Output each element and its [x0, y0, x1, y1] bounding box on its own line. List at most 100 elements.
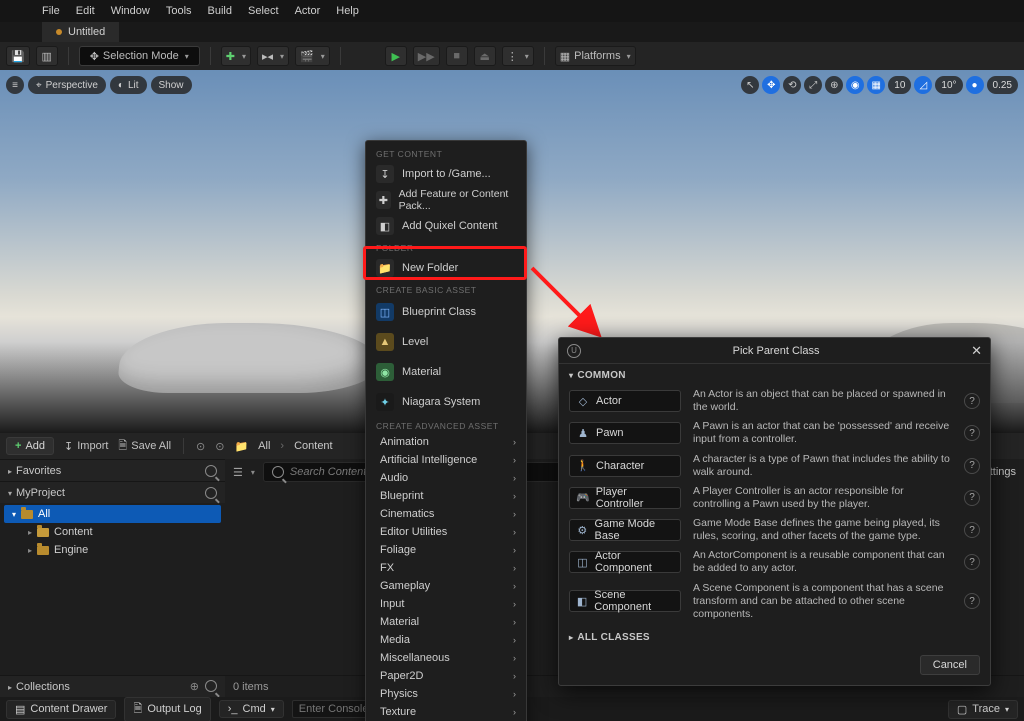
vp-grid-value[interactable]: 10 — [888, 76, 911, 94]
platforms-dropdown[interactable]: ▦ Platforms ▾ — [555, 46, 636, 66]
save-button[interactable]: 💾 — [6, 46, 30, 66]
add-content-dropdown[interactable]: ✚ — [221, 46, 251, 66]
vp-coord-icon[interactable]: ⊕ — [825, 76, 843, 94]
class-button-actor-component[interactable]: ◫Actor Component — [569, 551, 681, 573]
trace-button[interactable]: ▢Trace▾ — [948, 700, 1018, 719]
cm-adv-blueprint[interactable]: Blueprint› — [366, 487, 526, 505]
add-collection-icon[interactable]: ⊕ — [190, 680, 199, 693]
eject-button[interactable]: ⏏ — [474, 46, 496, 66]
vp-scale-value[interactable]: 0.25 — [987, 76, 1018, 94]
history-fwd-icon[interactable]: ⊙ — [215, 440, 224, 453]
import-button[interactable]: ↧Import — [64, 440, 108, 453]
play-button[interactable]: ▶ — [385, 46, 407, 66]
cm-import-to[interactable]: ↧Import to /Game... — [366, 161, 526, 187]
skip-button[interactable]: ▶▶ — [413, 46, 440, 66]
play-options-dropdown[interactable]: ⋮ — [502, 46, 534, 66]
breadcrumb-root[interactable]: All — [258, 440, 270, 452]
viewport-perspective[interactable]: ⌖Perspective — [28, 76, 106, 94]
menu-tools[interactable]: Tools — [166, 5, 192, 17]
cm-new-folder[interactable]: 📁New Folder — [366, 255, 526, 281]
help-icon[interactable]: ? — [964, 593, 980, 609]
class-button-actor[interactable]: ◇Actor — [569, 390, 681, 412]
vp-surface-snap-icon[interactable]: ◉ — [846, 76, 864, 94]
folder-icon[interactable]: 📁 — [234, 440, 248, 453]
help-icon[interactable]: ? — [964, 554, 980, 570]
cm-adv-media[interactable]: Media› — [366, 631, 526, 649]
add-button[interactable]: +Add — [6, 437, 54, 455]
menu-file[interactable]: File — [42, 5, 60, 17]
cm-adv-input[interactable]: Input› — [366, 595, 526, 613]
cancel-button[interactable]: Cancel — [920, 655, 980, 675]
collections-section[interactable]: ▸Collections ⊕ — [0, 675, 225, 697]
help-icon[interactable]: ? — [964, 425, 980, 441]
favorites-section[interactable]: ▸Favorites — [0, 459, 225, 481]
cm-adv-fx[interactable]: FX› — [366, 559, 526, 577]
all-classes-section[interactable]: ▸ALL CLASSES — [559, 624, 990, 647]
stop-button[interactable]: ■ — [446, 46, 468, 66]
cmd-button[interactable]: ›_Cmd▾ — [219, 700, 284, 718]
class-button-scene-component[interactable]: ◧Scene Component — [569, 590, 681, 612]
class-button-game-mode-base[interactable]: ⚙Game Mode Base — [569, 519, 681, 541]
cm-adv-animation[interactable]: Animation› — [366, 433, 526, 451]
cm-adv-texture[interactable]: Texture› — [366, 703, 526, 721]
close-icon[interactable]: ✕ — [971, 343, 982, 359]
cm-adv-artificial-intelligence[interactable]: Artificial Intelligence› — [366, 451, 526, 469]
vp-scale-snap-icon[interactable]: ● — [966, 76, 984, 94]
output-log-button[interactable]: 🗎Output Log — [124, 697, 210, 721]
cm-add-feature[interactable]: ✚Add Feature or Content Pack... — [366, 187, 526, 213]
content-drawer-button[interactable]: ▤Content Drawer — [6, 700, 116, 719]
cm-adv-material[interactable]: Material› — [366, 613, 526, 631]
common-section[interactable]: ▾COMMON — [559, 364, 990, 385]
viewport-show[interactable]: Show — [151, 76, 192, 94]
menu-window[interactable]: Window — [111, 5, 150, 17]
cm-blueprint-class[interactable]: ◫ Blueprint Class — [366, 297, 526, 327]
cm-adv-editor-utilities[interactable]: Editor Utilities› — [366, 523, 526, 541]
cm-adv-miscellaneous[interactable]: Miscellaneous› — [366, 649, 526, 667]
menu-edit[interactable]: Edit — [76, 5, 95, 17]
menu-build[interactable]: Build — [208, 5, 232, 17]
editor-mode-dropdown[interactable]: ✥ Selection Mode ▾ — [79, 46, 200, 66]
cm-adv-gameplay[interactable]: Gameplay› — [366, 577, 526, 595]
help-icon[interactable]: ? — [964, 393, 980, 409]
cm-level[interactable]: ▲Level — [366, 327, 526, 357]
viewport-menu-icon[interactable]: ≡ — [6, 76, 24, 94]
vp-grid-snap-icon[interactable]: ▦ — [867, 76, 885, 94]
cm-adv-foliage[interactable]: Foliage› — [366, 541, 526, 559]
menu-select[interactable]: Select — [248, 5, 279, 17]
help-icon[interactable]: ? — [964, 490, 980, 506]
cm-adv-cinematics[interactable]: Cinematics› — [366, 505, 526, 523]
save-all-button[interactable]: 🗎Save All — [118, 437, 171, 456]
search-icon[interactable] — [205, 487, 217, 499]
breadcrumb-current[interactable]: Content — [294, 440, 333, 452]
vp-angle-snap-icon[interactable]: ◿ — [914, 76, 932, 94]
help-icon[interactable]: ? — [964, 522, 980, 538]
project-section[interactable]: ▾MyProject — [0, 481, 225, 503]
vp-tool-translate-icon[interactable]: ✥ — [762, 76, 780, 94]
search-icon[interactable] — [205, 465, 217, 477]
browse-button[interactable]: ▥ — [36, 46, 58, 66]
class-button-character[interactable]: 🚶Character — [569, 455, 681, 477]
menu-actor[interactable]: Actor — [295, 5, 321, 17]
cm-adv-paper2d[interactable]: Paper2D› — [366, 667, 526, 685]
class-button-player-controller[interactable]: 🎮Player Controller — [569, 487, 681, 509]
cm-adv-audio[interactable]: Audio› — [366, 469, 526, 487]
search-icon[interactable] — [205, 680, 217, 692]
help-icon[interactable]: ? — [964, 458, 980, 474]
tab-untitled[interactable]: Untitled — [42, 22, 119, 42]
vp-angle-value[interactable]: 10° — [935, 76, 962, 94]
filter-icon[interactable]: ☰ — [233, 466, 243, 479]
class-button-pawn[interactable]: ♟Pawn — [569, 422, 681, 444]
vp-tool-select-icon[interactable]: ↖ — [741, 76, 759, 94]
vp-tool-rotate-icon[interactable]: ⟲ — [783, 76, 801, 94]
blueprints-dropdown[interactable]: ▸◂ — [257, 46, 289, 66]
tree-all[interactable]: ▾All — [4, 505, 221, 523]
viewport-lit[interactable]: ◐Lit — [110, 76, 147, 94]
tree-engine[interactable]: ▸Engine — [0, 541, 225, 559]
vp-tool-scale-icon[interactable]: ⤢ — [804, 76, 822, 94]
cm-adv-physics[interactable]: Physics› — [366, 685, 526, 703]
history-back-icon[interactable]: ⊙ — [196, 440, 205, 453]
cinematics-dropdown[interactable]: 🎬 — [295, 46, 330, 66]
cm-add-quixel[interactable]: ◧Add Quixel Content — [366, 213, 526, 239]
cm-niagara[interactable]: ✦Niagara System — [366, 387, 526, 417]
tree-content[interactable]: ▸Content — [0, 523, 225, 541]
